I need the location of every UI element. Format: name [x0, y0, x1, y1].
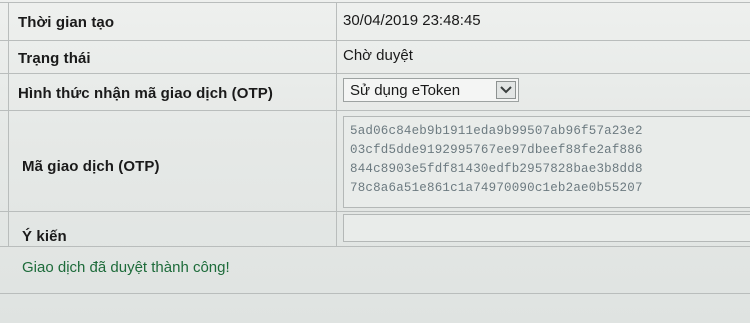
- created-time-value: 30/04/2019 23:48:45: [343, 12, 481, 29]
- chevron-down-icon[interactable]: [496, 81, 516, 99]
- comment-input[interactable]: [343, 214, 750, 242]
- otp-code-line: 78c8a6a51e861c1a74970090c1eb2ae0b55207: [350, 181, 643, 195]
- column-divider: [336, 2, 337, 246]
- otp-code-textarea[interactable]: 5ad06c84eb9b1911eda9b99507ab96f57a23e2 0…: [343, 116, 750, 208]
- row-divider: [0, 246, 750, 247]
- comment-label: Ý kiến: [22, 228, 67, 245]
- transaction-detail-panel: Thời gian tạo 30/04/2019 23:48:45 Trạng …: [0, 0, 750, 323]
- otp-method-selected-value: Sử dụng eToken: [350, 82, 461, 99]
- column-divider: [8, 2, 9, 246]
- success-message: Giao dịch đã duyệt thành công!: [22, 259, 230, 276]
- otp-code-line: 844c8903e5fdf81430edfb2957828bae3b8dd8: [350, 162, 643, 176]
- status-label: Trạng thái: [18, 50, 91, 67]
- status-value: Chờ duyệt: [343, 47, 413, 64]
- created-time-label: Thời gian tạo: [18, 14, 115, 31]
- row-divider: [0, 110, 750, 111]
- otp-code-line: 03cfd5dde9192995767ee97dbeef88fe2af886: [350, 143, 643, 157]
- row-divider: [0, 293, 750, 294]
- otp-code-line: 5ad06c84eb9b1911eda9b99507ab96f57a23e2: [350, 124, 643, 138]
- row-divider: [0, 2, 750, 3]
- row-divider: [0, 211, 750, 212]
- otp-method-label: Hình thức nhận mã giao dịch (OTP): [18, 85, 273, 102]
- row-divider: [0, 73, 750, 74]
- otp-code-label: Mã giao dịch (OTP): [22, 158, 160, 175]
- otp-method-select[interactable]: Sử dụng eToken: [343, 78, 519, 102]
- row-divider: [0, 40, 750, 41]
